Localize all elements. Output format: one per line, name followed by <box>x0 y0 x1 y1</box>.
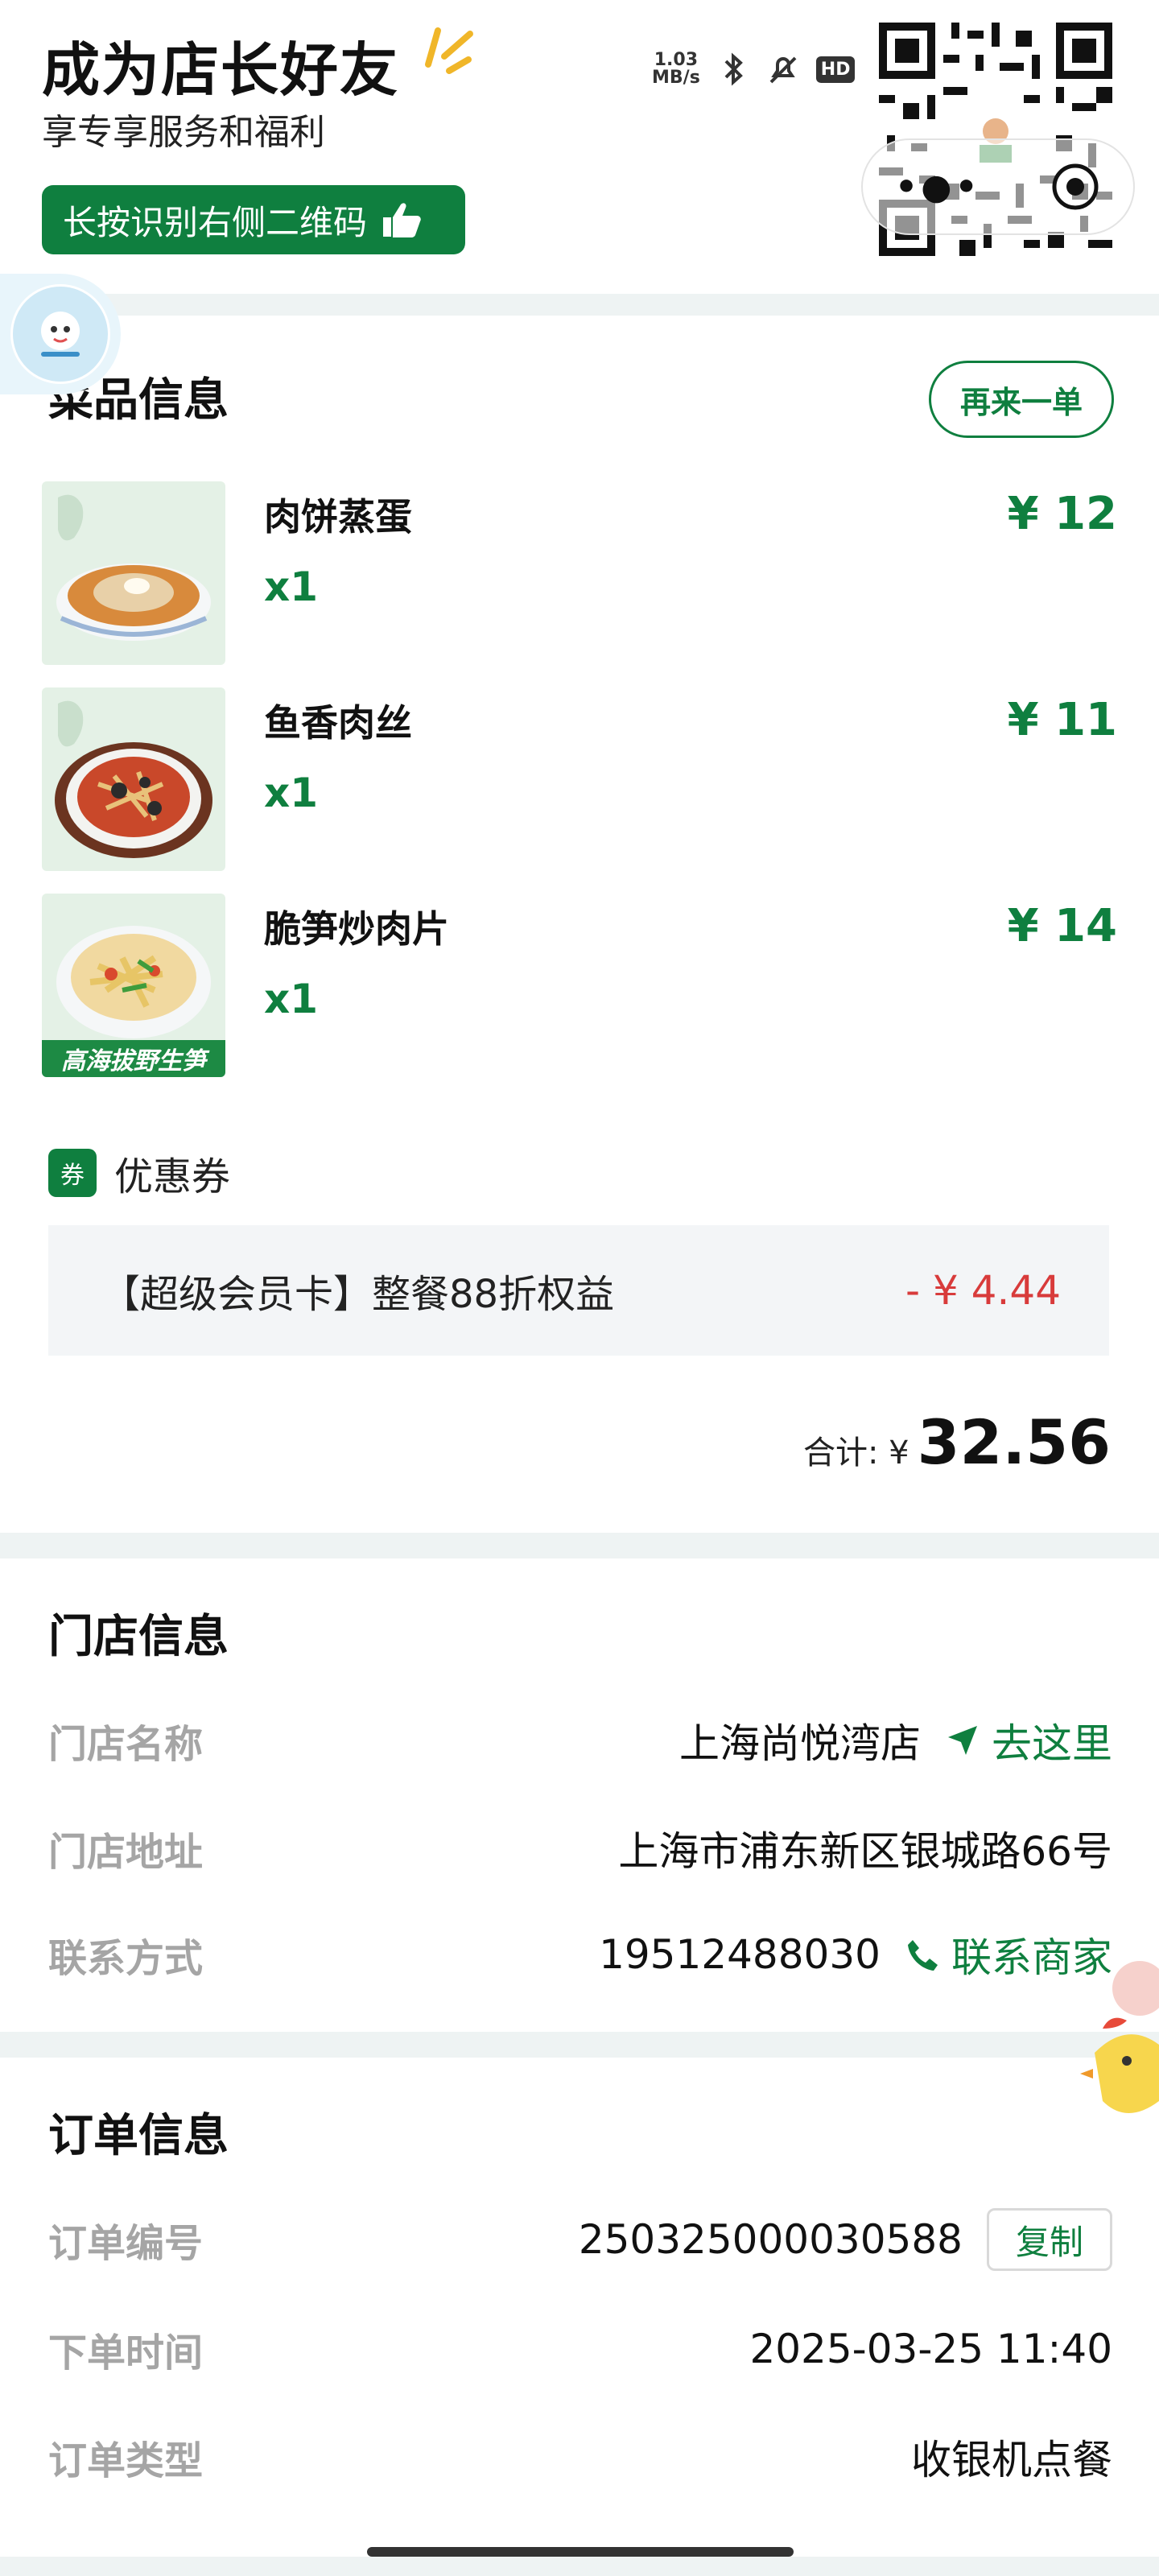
food-info-card: 菜品信息 再来一单 肉饼蒸蛋 x1 ¥ 12 鱼香肉丝 x1 ¥ 11 高海拔野… <box>0 316 1159 1533</box>
mascot-sticker-icon[interactable] <box>1070 1932 1159 2141</box>
navigation-arrow-icon <box>948 1726 977 1755</box>
scan-qr-button[interactable]: 长按识别右侧二维码 <box>42 185 465 254</box>
navigate-label: 去这里 <box>992 1720 1112 1767</box>
banner-subtitle: 享专享服务和福利 <box>42 112 325 153</box>
food-price: ¥ 11 <box>1007 694 1117 746</box>
target-icon[interactable] <box>1050 161 1101 213</box>
order-time-value: 2025-03-25 11:40 <box>749 2326 1112 2372</box>
watermark-logo <box>0 274 121 394</box>
food-item: 高海拔野生笋 脆笋炒肉片 x1 ¥ 14 <box>42 894 1117 1079</box>
store-info-card: 门店信息 门店名称 上海尚悦湾店 去这里 门店地址 上海市浦东新区银城路66号 … <box>0 1558 1159 2032</box>
coupon-amount: - ¥ 4.44 <box>905 1267 1061 1314</box>
net-speed-value: 1.03 <box>654 50 699 70</box>
food-item: 鱼香肉丝 x1 ¥ 11 <box>42 687 1117 873</box>
store-name-row: 门店名称 上海尚悦湾店 去这里 <box>48 1708 1112 1773</box>
food-item: 肉饼蒸蛋 x1 ¥ 12 <box>42 481 1117 667</box>
store-contact-label: 联系方式 <box>48 1936 204 1981</box>
reorder-button[interactable]: 再来一单 <box>929 361 1114 438</box>
scan-qr-label: 长按识别右侧二维码 <box>63 202 368 242</box>
food-image-caption: 高海拔野生笋 <box>42 1040 225 1077</box>
coupon-name: 【超级会员卡】整餐88折权益 <box>101 1272 615 1317</box>
order-info-card: 订单信息 订单编号 250325000030588 复制 下单时间 2025-0… <box>0 2058 1159 2557</box>
banner-title: 成为店长好友 <box>42 36 400 104</box>
total-label: 合计: ¥ <box>802 1435 909 1472</box>
store-name-label: 门店名称 <box>48 1722 204 1767</box>
order-total: 合计: ¥ 32.56 <box>803 1406 1111 1478</box>
phone-icon <box>908 1940 938 1971</box>
network-speed: 1.03 MB/s <box>652 52 700 87</box>
food-name: 肉饼蒸蛋 <box>264 495 412 539</box>
food-qty: x1 <box>264 564 319 610</box>
store-name-value: 上海尚悦湾店 <box>679 1720 921 1767</box>
navigate-button[interactable]: 去这里 <box>945 1711 1112 1769</box>
food-price: ¥ 14 <box>1007 900 1117 952</box>
store-section-title: 门店信息 <box>48 1611 229 1663</box>
order-number-row: 订单编号 250325000030588 复制 <box>48 2207 1112 2272</box>
mini-program-capsule[interactable]: •●• <box>861 138 1135 235</box>
food-image <box>42 481 225 665</box>
food-name: 脆笋炒肉片 <box>264 907 449 951</box>
hand-pointing-icon <box>383 203 421 237</box>
sparkle-icon <box>425 27 473 74</box>
order-type-value: 收银机点餐 <box>911 2437 1112 2483</box>
bluetooth-icon <box>724 52 743 86</box>
mute-icon <box>769 56 797 84</box>
store-phone-value: 19512488030 <box>599 1931 881 1978</box>
net-speed-unit: MB/s <box>652 68 700 88</box>
total-value: 32.56 <box>917 1406 1111 1478</box>
food-image: 高海拔野生笋 <box>42 894 225 1077</box>
mascot-icon <box>41 312 80 357</box>
more-dots-icon[interactable]: •●• <box>895 167 981 208</box>
order-number-label: 订单编号 <box>48 2221 204 2266</box>
store-address-label: 门店地址 <box>48 1830 204 1875</box>
order-time-row: 下单时间 2025-03-25 11:40 <box>48 2317 1112 2381</box>
coupon-label: 优惠券 <box>114 1154 231 1199</box>
order-section-title: 订单信息 <box>48 2110 229 2162</box>
coupon-badge: 券 <box>48 1149 97 1197</box>
food-image <box>42 687 225 871</box>
store-address-value: 上海市浦东新区银城路66号 <box>618 1828 1112 1875</box>
coupon-detail: 【超级会员卡】整餐88折权益 - ¥ 4.44 <box>48 1225 1109 1356</box>
friend-banner: 成为店长好友 享专享服务和福利 长按识别右侧二维码 1.03 MB/s HD •… <box>0 0 1159 294</box>
status-bar: 1.03 MB/s HD <box>652 52 856 87</box>
food-name: 鱼香肉丝 <box>264 701 412 745</box>
food-qty: x1 <box>264 770 319 816</box>
store-address-row: 门店地址 上海市浦东新区银城路66号 <box>48 1816 1112 1880</box>
order-time-label: 下单时间 <box>48 2330 204 2376</box>
coupon-header: 券 优惠券 <box>48 1145 230 1201</box>
order-type-label: 订单类型 <box>48 2438 204 2483</box>
home-indicator[interactable] <box>367 2547 794 2557</box>
hd-badge: HD <box>815 56 856 83</box>
order-type-row: 订单类型 收银机点餐 <box>48 2425 1112 2489</box>
food-qty: x1 <box>264 976 319 1022</box>
store-contact-row: 联系方式 19512488030 联系商家 <box>48 1922 1112 1987</box>
copy-order-number-button[interactable]: 复制 <box>987 2208 1112 2271</box>
order-number-value: 250325000030588 <box>578 2216 963 2263</box>
food-price: ¥ 12 <box>1007 488 1117 540</box>
